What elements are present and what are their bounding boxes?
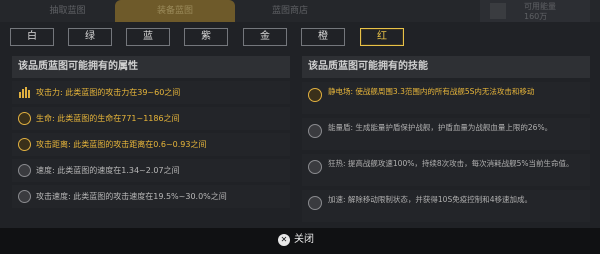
health-icon <box>18 112 31 125</box>
bg-tab-shop: 蓝图商店 <box>271 6 308 16</box>
attribute-row: 攻击速度: 此类蓝图的攻击速度在19.5%~30.0%之间 <box>12 185 290 208</box>
speed-icon <box>18 164 31 177</box>
quality-tab-blue[interactable]: 蓝 <box>126 28 170 46</box>
quality-tab-bar: 白 绿 蓝 紫 金 橙 红 <box>0 22 600 52</box>
quality-tab-green[interactable]: 绿 <box>68 28 112 46</box>
attribute-row: 攻击力: 此类蓝图的攻击力在39~60之间 <box>12 81 290 104</box>
static-field-icon <box>308 88 322 102</box>
skill-row: 加速: 解除移动限制状态，并获得10S免疫控制和4移速加成。 <box>302 190 590 222</box>
skills-title: 该品质蓝图可能拥有的技能 <box>302 56 590 78</box>
attributes-title: 该品质蓝图可能拥有的属性 <box>12 56 290 78</box>
bg-tab-equip: 装备蓝图 <box>115 0 235 22</box>
skill-row: 能量盾: 生成能量护盾保护战舰，护盾血量为战舰血量上限的26%。 <box>302 118 590 150</box>
quality-tab-orange[interactable]: 橙 <box>301 28 345 46</box>
range-icon <box>18 138 31 151</box>
close-button[interactable]: ✕ 关闭 <box>278 232 314 248</box>
bg-tab-draw: 抽取蓝图 <box>49 6 86 16</box>
attribute-row: 速度: 此类蓝图的速度在1.34~2.07之间 <box>12 159 290 182</box>
quality-tab-red[interactable]: 红 <box>360 28 404 46</box>
accelerate-icon <box>308 196 322 210</box>
attribute-row: 攻击距离: 此类蓝图的攻击距离在0.6~0.93之间 <box>12 133 290 156</box>
attack-speed-icon <box>18 190 31 203</box>
skill-row: 狂热: 提高战舰攻速100%，持续8次攻击，每次消耗战舰5%当前生命值。 <box>302 154 590 186</box>
quality-tab-gold[interactable]: 金 <box>243 28 287 46</box>
energy-counter: 可用能量 160万 <box>480 0 590 24</box>
attributes-column: 该品质蓝图可能拥有的属性 攻击力: 此类蓝图的攻击力在39~60之间 生命: 此… <box>12 56 290 228</box>
frenzy-icon <box>308 160 322 174</box>
energy-icon <box>490 3 506 19</box>
attribute-row: 生命: 此类蓝图的生命在771~1186之间 <box>12 107 290 130</box>
quality-tab-purple[interactable]: 紫 <box>184 28 228 46</box>
skills-column: 该品质蓝图可能拥有的技能 静电场: 使战舰周围3.3范围内的所有战舰5S内无法攻… <box>302 56 590 228</box>
attack-power-icon <box>18 86 31 99</box>
quality-tab-white[interactable]: 白 <box>10 28 54 46</box>
quality-info-panel: 白 绿 蓝 紫 金 橙 红 该品质蓝图可能拥有的属性 攻击力: 此类蓝图的攻击力… <box>0 22 600 228</box>
skill-row: 静电场: 使战舰周围3.3范围内的所有战舰5S内无法攻击和移动 <box>302 82 590 114</box>
close-icon: ✕ <box>278 234 290 246</box>
energy-shield-icon <box>308 124 322 138</box>
